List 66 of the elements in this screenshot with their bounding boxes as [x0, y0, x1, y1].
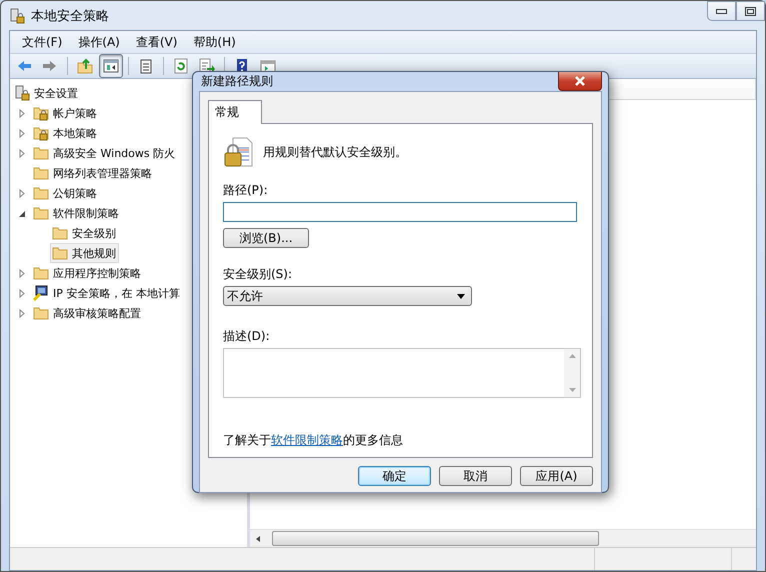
tree-item[interactable]: 软件限制策略 [31, 203, 122, 223]
scroll-left-icon[interactable] [254, 534, 262, 542]
locked-folder-icon [33, 125, 49, 141]
locked-document-icon [223, 136, 255, 168]
expand-arrow-icon[interactable] [18, 188, 27, 198]
menu-item[interactable]: 查看(V) [128, 32, 186, 52]
folder-icon [33, 305, 49, 321]
dropdown-arrow-icon [457, 294, 465, 298]
browse-button[interactable]: 浏览(B)... [223, 228, 309, 248]
tree-item[interactable]: 其他规则 [50, 243, 119, 263]
expand-arrow-icon[interactable] [18, 148, 27, 158]
dialog-button[interactable]: 确定 [358, 466, 431, 486]
locked-folder-icon [33, 105, 49, 121]
expand-arrow-icon[interactable] [18, 308, 27, 318]
network-computer-icon [33, 285, 49, 301]
menu-item[interactable]: 文件(F) [14, 32, 70, 52]
scrollbar-thumb[interactable] [272, 531, 599, 546]
tree-item[interactable]: 帐户策略 [31, 103, 100, 123]
locked-computer-icon [9, 8, 25, 24]
menu-item[interactable]: 帮助(H) [185, 32, 244, 52]
scroll-up-icon[interactable] [568, 354, 576, 358]
expand-arrow-icon[interactable] [18, 128, 27, 138]
intro-text: 用规则替代默认安全级别。 [263, 144, 407, 160]
tree-item[interactable]: IP 安全策略，在 本地计算 [31, 283, 183, 303]
folder-icon [52, 245, 68, 261]
tree-item[interactable]: 高级安全 Windows 防火 [31, 143, 178, 163]
collapse-arrow-icon[interactable] [18, 208, 27, 218]
expand-arrow-icon[interactable] [18, 288, 27, 298]
close-button[interactable] [558, 72, 602, 91]
scroll-down-icon[interactable] [568, 388, 576, 392]
tree-item[interactable]: 网络列表管理器策略 [31, 163, 155, 183]
dialog-title: 新建路径规则 [201, 73, 273, 90]
info-text: 了解关于软件限制策略的更多信息 [223, 432, 404, 449]
maximize-icon [745, 6, 756, 16]
security-level-dropdown[interactable]: 不允许 [223, 286, 472, 306]
tree-item[interactable]: 安全设置 [12, 83, 81, 103]
menu-item[interactable]: 操作(A) [70, 32, 128, 52]
window-title: 本地安全策略 [31, 8, 109, 24]
maximize-button[interactable] [736, 1, 765, 21]
expand-arrow-icon[interactable] [18, 108, 27, 118]
description-field[interactable] [223, 348, 581, 398]
dialog-button[interactable]: 应用(A) [520, 466, 593, 486]
dialog-button[interactable]: 取消 [439, 466, 512, 486]
folder-icon [33, 265, 49, 281]
path-label: 路径(P): [223, 182, 269, 199]
tree-pane-icon[interactable] [99, 54, 123, 78]
security-level-label: 安全级别(S): [223, 266, 294, 283]
folder-icon [52, 225, 68, 241]
tree-item[interactable]: 安全级别 [50, 223, 119, 243]
close-icon [574, 76, 586, 86]
folder-icon [33, 145, 49, 161]
minimize-button[interactable] [707, 1, 736, 21]
path-field[interactable] [223, 202, 577, 222]
tree-item[interactable]: 公钥策略 [31, 183, 100, 203]
locked-computer-icon [14, 85, 30, 101]
description-label: 描述(D): [223, 328, 271, 345]
tree-item[interactable]: 应用程序控制策略 [31, 263, 144, 283]
folder-icon [33, 185, 49, 201]
minimize-icon [716, 8, 727, 14]
policy-link[interactable]: 软件限制策略 [271, 433, 343, 447]
folder-icon [33, 165, 49, 181]
tree-item[interactable]: 高级审核策略配置 [31, 303, 144, 323]
tab[interactable]: 常规 [208, 100, 262, 124]
tree-item[interactable]: 本地策略 [31, 123, 100, 143]
folder-icon [33, 205, 49, 221]
expand-arrow-icon[interactable] [18, 268, 27, 278]
